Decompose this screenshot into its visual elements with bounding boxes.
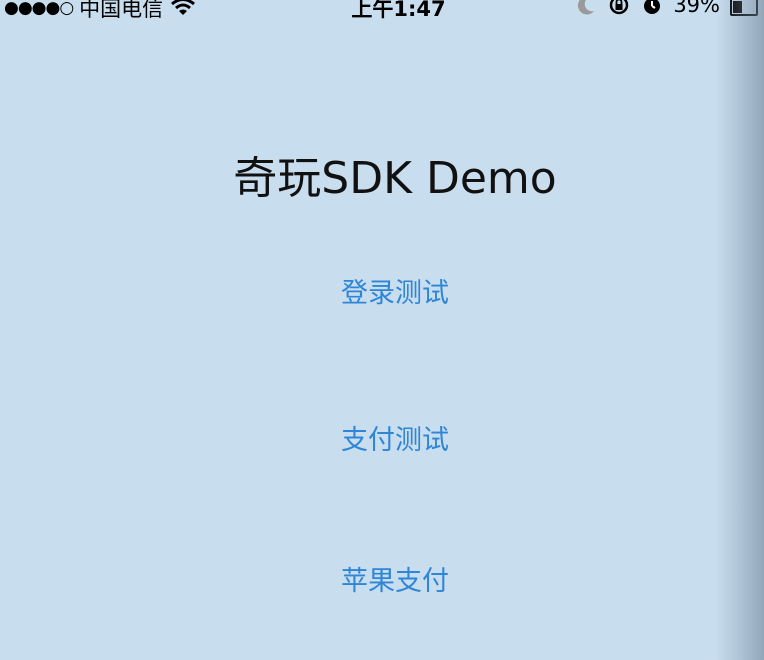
battery-percent: 39% xyxy=(673,0,720,17)
battery-fill xyxy=(733,1,742,13)
battery-icon xyxy=(730,0,758,16)
orientation-lock-icon xyxy=(610,0,629,15)
page-title: 奇玩SDK Demo xyxy=(233,153,557,204)
status-bar: ●●●●○ 中国电信 上午1:47 39% xyxy=(0,0,764,23)
status-right: 39% xyxy=(577,0,758,17)
apple-pay-button[interactable]: 苹果支付 xyxy=(0,558,764,599)
alarm-icon xyxy=(644,0,661,14)
login-test-button[interactable]: 登录测试 xyxy=(0,270,764,311)
moon-icon xyxy=(578,0,595,15)
payment-test-button[interactable]: 支付测试 xyxy=(0,417,764,458)
